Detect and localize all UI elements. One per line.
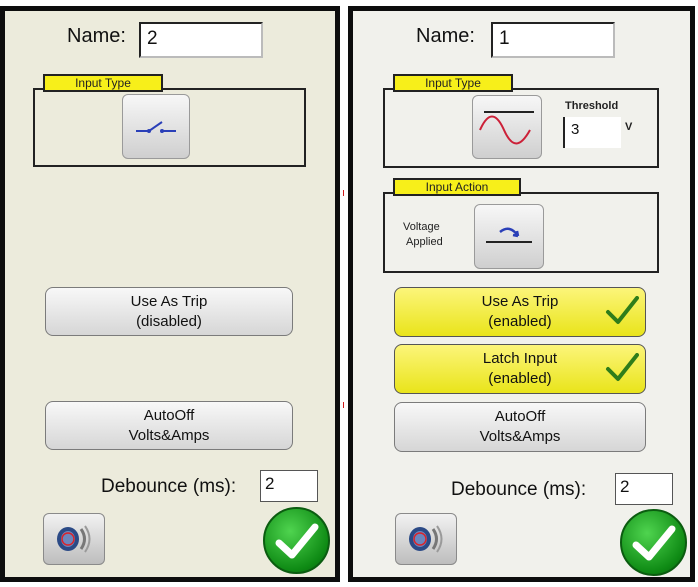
autooff-button[interactable]: AutoOff Volts&Amps (45, 401, 293, 450)
right-input-panel: Name: 1 Input Type Threshold 3 V Input A… (348, 6, 695, 582)
sound-button[interactable] (43, 513, 105, 565)
debounce-label: Debounce (ms): (451, 479, 587, 500)
autooff-label: AutoOff (143, 407, 195, 424)
latch-input-button[interactable]: Latch Input (enabled) (394, 344, 646, 394)
debounce-label: Debounce (ms): (101, 476, 237, 497)
threshold-label: Threshold (565, 100, 619, 112)
autooff-label: AutoOff (494, 408, 546, 425)
use-as-trip-state: (disabled) (136, 313, 202, 330)
sine-wave-icon (479, 111, 534, 145)
input-action-label-1: Voltage (403, 221, 440, 233)
name-label: Name: (67, 25, 126, 47)
separator-mark (343, 190, 344, 196)
speaker-icon (409, 525, 443, 553)
input-type-button[interactable] (472, 95, 542, 159)
threshold-input[interactable]: 3 (563, 117, 621, 148)
autooff-sublabel: Volts&Amps (128, 427, 210, 444)
input-action-title: Input Action (393, 178, 521, 196)
checkmark-icon (606, 296, 639, 324)
contact-closing-icon (486, 227, 532, 243)
speaker-icon (57, 525, 91, 553)
debounce-input[interactable]: 2 (260, 470, 318, 502)
sound-button[interactable] (395, 513, 457, 565)
autooff-button[interactable]: AutoOff Volts&Amps (394, 402, 646, 452)
ok-button[interactable] (620, 509, 687, 576)
autooff-sublabel: Volts&Amps (479, 428, 561, 445)
name-input[interactable]: 2 (139, 22, 263, 58)
switch-contact-icon (136, 120, 176, 133)
separator-mark (343, 402, 344, 408)
name-label: Name: (416, 25, 475, 47)
debounce-input[interactable]: 2 (615, 473, 673, 505)
checkmark-icon (632, 525, 675, 560)
ok-button[interactable] (263, 507, 330, 574)
use-as-trip-label: Use As Trip (130, 293, 208, 310)
input-type-title: Input Type (43, 74, 163, 92)
input-action-button[interactable] (474, 204, 544, 269)
threshold-unit: V (625, 121, 633, 133)
checkmark-icon (275, 523, 318, 558)
use-as-trip-button[interactable]: Use As Trip (enabled) (394, 287, 646, 337)
input-type-title: Input Type (393, 74, 513, 92)
use-as-trip-button[interactable]: Use As Trip (disabled) (45, 287, 293, 336)
checkmark-icon (606, 353, 639, 381)
left-input-panel: Name: 2 Input Type Use As Trip (disabled… (0, 6, 340, 582)
name-input[interactable]: 1 (491, 22, 615, 58)
input-action-label-2: Applied (406, 236, 443, 248)
input-type-button[interactable] (122, 94, 190, 159)
